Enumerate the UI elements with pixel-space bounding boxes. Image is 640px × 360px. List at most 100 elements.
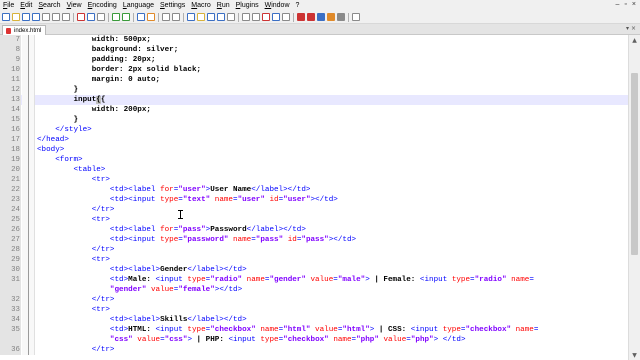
fold-margin[interactable] bbox=[22, 285, 35, 295]
fold-margin[interactable] bbox=[22, 265, 35, 275]
close-window-icon[interactable]: × bbox=[632, 1, 636, 8]
spell-check-icon[interactable] bbox=[352, 13, 360, 21]
menu-run[interactable]: Run bbox=[214, 2, 233, 9]
code-line[interactable]: 29 <tr> bbox=[0, 255, 628, 265]
scroll-up-icon[interactable]: ▲ bbox=[629, 35, 640, 45]
code-line[interactable]: 25 <tr> bbox=[0, 215, 628, 225]
code-line[interactable]: 32 </tr> bbox=[0, 295, 628, 305]
fold-margin[interactable] bbox=[22, 45, 35, 55]
code-line[interactable]: 33 <tr> bbox=[0, 305, 628, 315]
user-lang-icon[interactable] bbox=[242, 13, 250, 21]
copy-icon[interactable] bbox=[87, 13, 95, 21]
doc-map-icon[interactable] bbox=[252, 13, 260, 21]
code-line[interactable]: 34 <td><label>Skills</label></td> bbox=[0, 315, 628, 325]
show-all-chars-icon[interactable] bbox=[217, 13, 225, 21]
indent-guide-icon[interactable] bbox=[227, 13, 235, 21]
fold-margin[interactable] bbox=[22, 105, 35, 115]
fold-margin[interactable] bbox=[22, 315, 35, 325]
menu-view[interactable]: View bbox=[64, 2, 85, 9]
fold-margin[interactable] bbox=[22, 295, 35, 305]
fold-margin[interactable] bbox=[22, 215, 35, 225]
fold-margin[interactable] bbox=[22, 55, 35, 65]
fold-margin[interactable] bbox=[22, 195, 35, 205]
code-line[interactable]: 16 </style> bbox=[0, 125, 628, 135]
code-line[interactable]: 21 <tr> bbox=[0, 175, 628, 185]
scroll-down-icon[interactable]: ▼ bbox=[629, 350, 640, 360]
menu-file[interactable]: File bbox=[0, 2, 17, 9]
code-line[interactable]: 15 } bbox=[0, 115, 628, 125]
function-list-icon[interactable] bbox=[262, 13, 270, 21]
save-macro-icon[interactable] bbox=[337, 13, 345, 21]
code-line[interactable]: 36 </tr> bbox=[0, 345, 628, 355]
fold-margin[interactable] bbox=[22, 125, 35, 135]
fold-margin[interactable] bbox=[22, 275, 35, 285]
fold-margin[interactable] bbox=[22, 305, 35, 315]
code-line[interactable]: 10 border: 2px solid black; bbox=[0, 65, 628, 75]
open-file-icon[interactable] bbox=[12, 13, 20, 21]
fold-margin[interactable] bbox=[22, 335, 35, 345]
fold-margin[interactable] bbox=[22, 115, 35, 125]
run-macro-multiple-icon[interactable] bbox=[327, 13, 335, 21]
scrollbar-thumb[interactable] bbox=[631, 73, 638, 255]
monitor-icon[interactable] bbox=[282, 13, 290, 21]
menu-encoding[interactable]: Encoding bbox=[85, 2, 120, 9]
code-line[interactable]: "gender" value="female"></td> bbox=[0, 285, 628, 295]
code-line[interactable]: 20 <table> bbox=[0, 165, 628, 175]
code-line[interactable]: 14 width: 200px; bbox=[0, 105, 628, 115]
menu-window[interactable]: Window bbox=[262, 2, 293, 9]
undo-icon[interactable] bbox=[112, 13, 120, 21]
fold-margin[interactable] bbox=[22, 35, 35, 45]
fold-margin[interactable] bbox=[22, 225, 35, 235]
code-line[interactable]: 31 <td>Male: <input type="radio" name="g… bbox=[0, 275, 628, 285]
code-line[interactable]: 28 </tr> bbox=[0, 245, 628, 255]
fold-margin[interactable] bbox=[22, 135, 35, 145]
menu-settings[interactable]: Settings bbox=[157, 2, 188, 9]
code-line[interactable]: 26 <td><label for="pass">Password</label… bbox=[0, 225, 628, 235]
cut-icon[interactable] bbox=[77, 13, 85, 21]
code-line[interactable]: 23 <td><input type="text" name="user" id… bbox=[0, 195, 628, 205]
save-all-icon[interactable] bbox=[32, 13, 40, 21]
play-macro-icon[interactable] bbox=[317, 13, 325, 21]
code-line[interactable]: 22 <td><label for="user">User Name</labe… bbox=[0, 185, 628, 195]
fold-margin[interactable] bbox=[22, 235, 35, 245]
paste-icon[interactable] bbox=[97, 13, 105, 21]
code-line[interactable]: 18 <body> bbox=[0, 145, 628, 155]
fold-margin[interactable] bbox=[22, 95, 35, 105]
save-icon[interactable] bbox=[22, 13, 30, 21]
new-file-icon[interactable] bbox=[2, 13, 10, 21]
code-line[interactable]: 24 </tr> bbox=[0, 205, 628, 215]
record-macro-icon[interactable] bbox=[297, 13, 305, 21]
fold-margin[interactable] bbox=[22, 165, 35, 175]
menu-macro[interactable]: Macro bbox=[188, 2, 213, 9]
sync-horizontal-icon[interactable] bbox=[197, 13, 205, 21]
fold-margin[interactable] bbox=[22, 75, 35, 85]
menu-help[interactable]: ? bbox=[293, 2, 303, 9]
menu-edit[interactable]: Edit bbox=[17, 2, 35, 9]
sync-vertical-icon[interactable] bbox=[187, 13, 195, 21]
redo-icon[interactable] bbox=[122, 13, 130, 21]
find-icon[interactable] bbox=[137, 13, 145, 21]
menu-search[interactable]: Search bbox=[35, 2, 63, 9]
tab-list-close-icon[interactable]: ▾ × bbox=[626, 25, 636, 32]
fold-margin[interactable] bbox=[22, 325, 35, 335]
restore-icon[interactable]: ▫ bbox=[624, 1, 626, 8]
fold-margin[interactable] bbox=[22, 205, 35, 215]
code-line[interactable]: 19 <form> bbox=[0, 155, 628, 165]
fold-margin[interactable] bbox=[22, 85, 35, 95]
fold-margin[interactable] bbox=[22, 245, 35, 255]
code-line[interactable]: 11 margin: 0 auto; bbox=[0, 75, 628, 85]
fold-margin[interactable] bbox=[22, 65, 35, 75]
zoom-out-icon[interactable] bbox=[172, 13, 180, 21]
code-line[interactable]: 12 } bbox=[0, 85, 628, 95]
vertical-scrollbar[interactable]: ▲ ▼ bbox=[628, 35, 640, 360]
code-line[interactable]: 13 input{{ bbox=[0, 95, 628, 105]
code-line[interactable]: 35 <td>HTML: <input type = "checkbox" name… bbox=[0, 325, 628, 335]
code-line[interactable]: 8 background: silver; bbox=[0, 45, 628, 55]
code-line[interactable]: 30 <td><label>Gender</label></td> bbox=[0, 265, 628, 275]
code-line[interactable]: 27 <td><input type="password" name="pass… bbox=[0, 235, 628, 245]
menu-language[interactable]: Language bbox=[120, 2, 157, 9]
fold-margin[interactable] bbox=[22, 155, 35, 165]
stop-macro-icon[interactable] bbox=[307, 13, 315, 21]
menu-plugins[interactable]: Plugins bbox=[233, 2, 262, 9]
fold-margin[interactable] bbox=[22, 175, 35, 185]
